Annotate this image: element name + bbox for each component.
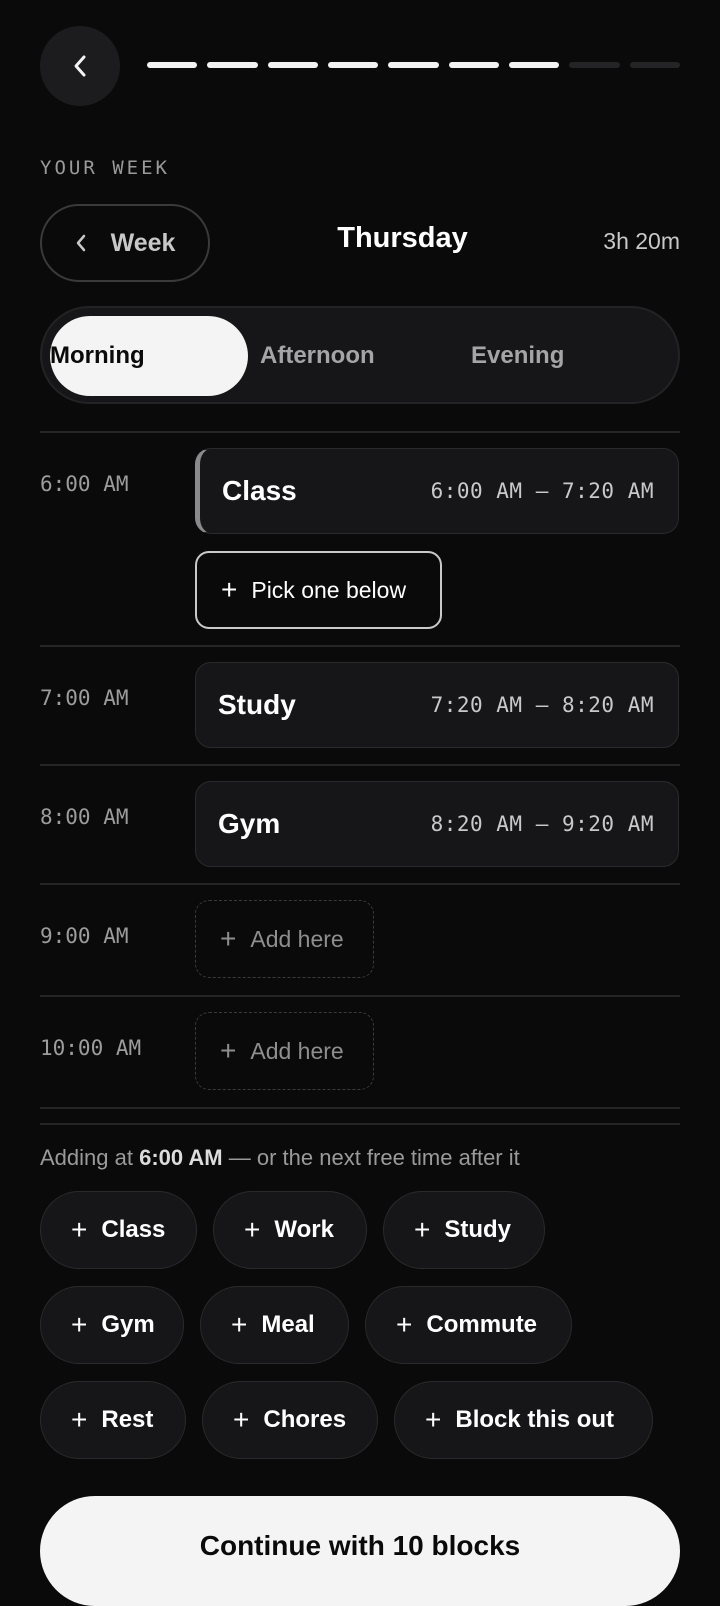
tab-evening[interactable]: Evening bbox=[471, 316, 669, 396]
progress-segment bbox=[388, 62, 439, 68]
hint-prefix: Adding at bbox=[40, 1145, 140, 1170]
plus-icon: + bbox=[221, 574, 238, 605]
chip-label: Class bbox=[101, 1216, 166, 1243]
schedule-block-study[interactable]: Study 7:20 AM – 8:20 AM bbox=[195, 662, 679, 748]
add-here-label: Add here bbox=[250, 925, 344, 952]
continue-button-label: Continue with 10 blocks bbox=[199, 1530, 521, 1561]
hour-label: 9:00 AM bbox=[40, 924, 129, 948]
plus-icon: + bbox=[220, 923, 237, 954]
plus-icon: + bbox=[71, 1214, 88, 1245]
back-button[interactable] bbox=[40, 26, 120, 106]
progress-segment bbox=[508, 62, 560, 68]
schedule-block-gym[interactable]: Gym 8:20 AM – 9:20 AM bbox=[195, 781, 679, 867]
chip-label: Work bbox=[274, 1216, 334, 1243]
week-button-label: Week bbox=[110, 228, 176, 257]
block-name: Study bbox=[218, 689, 296, 720]
chip-label: Commute bbox=[426, 1311, 538, 1338]
hour-label: 8:00 AM bbox=[40, 805, 129, 829]
plus-icon: + bbox=[220, 1035, 237, 1066]
add-here-slot[interactable]: + Add here bbox=[195, 900, 374, 978]
block-name: Gym bbox=[218, 808, 281, 839]
chip-study[interactable]: + Study bbox=[383, 1191, 545, 1269]
chevron-left-icon bbox=[74, 55, 86, 77]
pick-one-label: Pick one below bbox=[251, 576, 407, 603]
chip-meal[interactable]: + Meal bbox=[200, 1286, 349, 1364]
plus-icon: + bbox=[71, 1404, 88, 1435]
add-here-label: Add here bbox=[250, 1037, 344, 1064]
divider bbox=[40, 1123, 680, 1125]
chip-chores[interactable]: + Chores bbox=[202, 1381, 378, 1459]
tab-label: Evening bbox=[471, 342, 565, 369]
divider bbox=[40, 431, 680, 433]
chip-label: Meal bbox=[261, 1311, 315, 1338]
block-name: Class bbox=[222, 475, 297, 506]
block-time-range: 8:20 AM – 9:20 AM bbox=[430, 812, 654, 836]
chip-label: Gym bbox=[101, 1311, 155, 1338]
plus-icon: + bbox=[396, 1309, 413, 1340]
chip-work[interactable]: + Work bbox=[213, 1191, 367, 1269]
pick-one-button[interactable]: + Pick one below bbox=[195, 551, 442, 629]
plus-icon: + bbox=[244, 1214, 261, 1245]
chip-label: Chores bbox=[263, 1406, 347, 1433]
divider bbox=[40, 995, 680, 997]
add-here-slot[interactable]: + Add here bbox=[195, 1012, 374, 1090]
week-button[interactable]: Week bbox=[40, 204, 210, 282]
progress-segment bbox=[267, 62, 318, 68]
chip-commute[interactable]: + Commute bbox=[365, 1286, 572, 1364]
progress-bar bbox=[147, 62, 680, 70]
tab-label: Morning bbox=[50, 342, 145, 369]
divider bbox=[40, 764, 680, 766]
period-selector: Morning Afternoon Evening bbox=[40, 306, 680, 404]
chip-block-this-out[interactable]: + Block this out bbox=[394, 1381, 653, 1459]
continue-button[interactable]: Continue with 10 blocks bbox=[40, 1496, 680, 1606]
hint-time: 6:00 AM bbox=[139, 1145, 223, 1170]
hour-label: 7:00 AM bbox=[40, 686, 129, 710]
tab-label: Afternoon bbox=[260, 342, 375, 369]
plus-icon: + bbox=[231, 1309, 248, 1340]
section-label: YOUR WEEK bbox=[40, 157, 170, 179]
chip-rest[interactable]: + Rest bbox=[40, 1381, 186, 1459]
progress-segment bbox=[569, 62, 620, 68]
hour-label: 6:00 AM bbox=[40, 472, 129, 496]
block-time-range: 7:20 AM – 8:20 AM bbox=[430, 693, 654, 717]
tab-afternoon[interactable]: Afternoon bbox=[260, 316, 458, 396]
plus-icon: + bbox=[414, 1214, 431, 1245]
day-title: Thursday bbox=[337, 222, 468, 254]
hour-label: 10:00 AM bbox=[40, 1036, 142, 1060]
progress-segment bbox=[448, 62, 499, 68]
day-total-time: 3h 20m bbox=[603, 228, 680, 254]
plus-icon: + bbox=[71, 1309, 88, 1340]
divider bbox=[40, 883, 680, 885]
divider bbox=[40, 1107, 680, 1109]
hint-suffix: — or the next free time after it bbox=[222, 1145, 520, 1170]
chevron-left-icon bbox=[76, 234, 85, 252]
progress-segment bbox=[147, 62, 198, 68]
divider bbox=[40, 645, 680, 647]
tab-morning[interactable]: Morning bbox=[50, 316, 248, 396]
block-time-range: 6:00 AM – 7:20 AM bbox=[430, 479, 654, 503]
chip-label: Study bbox=[444, 1216, 512, 1243]
adding-hint: Adding at 6:00 AM — or the next free tim… bbox=[40, 1145, 520, 1171]
progress-segment bbox=[629, 62, 680, 68]
progress-segment bbox=[207, 62, 258, 68]
chip-gym[interactable]: + Gym bbox=[40, 1286, 184, 1364]
chip-label: Block this out bbox=[455, 1406, 615, 1433]
schedule-block-class[interactable]: Class 6:00 AM – 7:20 AM bbox=[195, 448, 679, 534]
chip-label: Rest bbox=[101, 1406, 154, 1433]
plus-icon: + bbox=[233, 1404, 250, 1435]
progress-segment bbox=[327, 62, 379, 68]
chip-class[interactable]: + Class bbox=[40, 1191, 197, 1269]
plus-icon: + bbox=[425, 1404, 442, 1435]
